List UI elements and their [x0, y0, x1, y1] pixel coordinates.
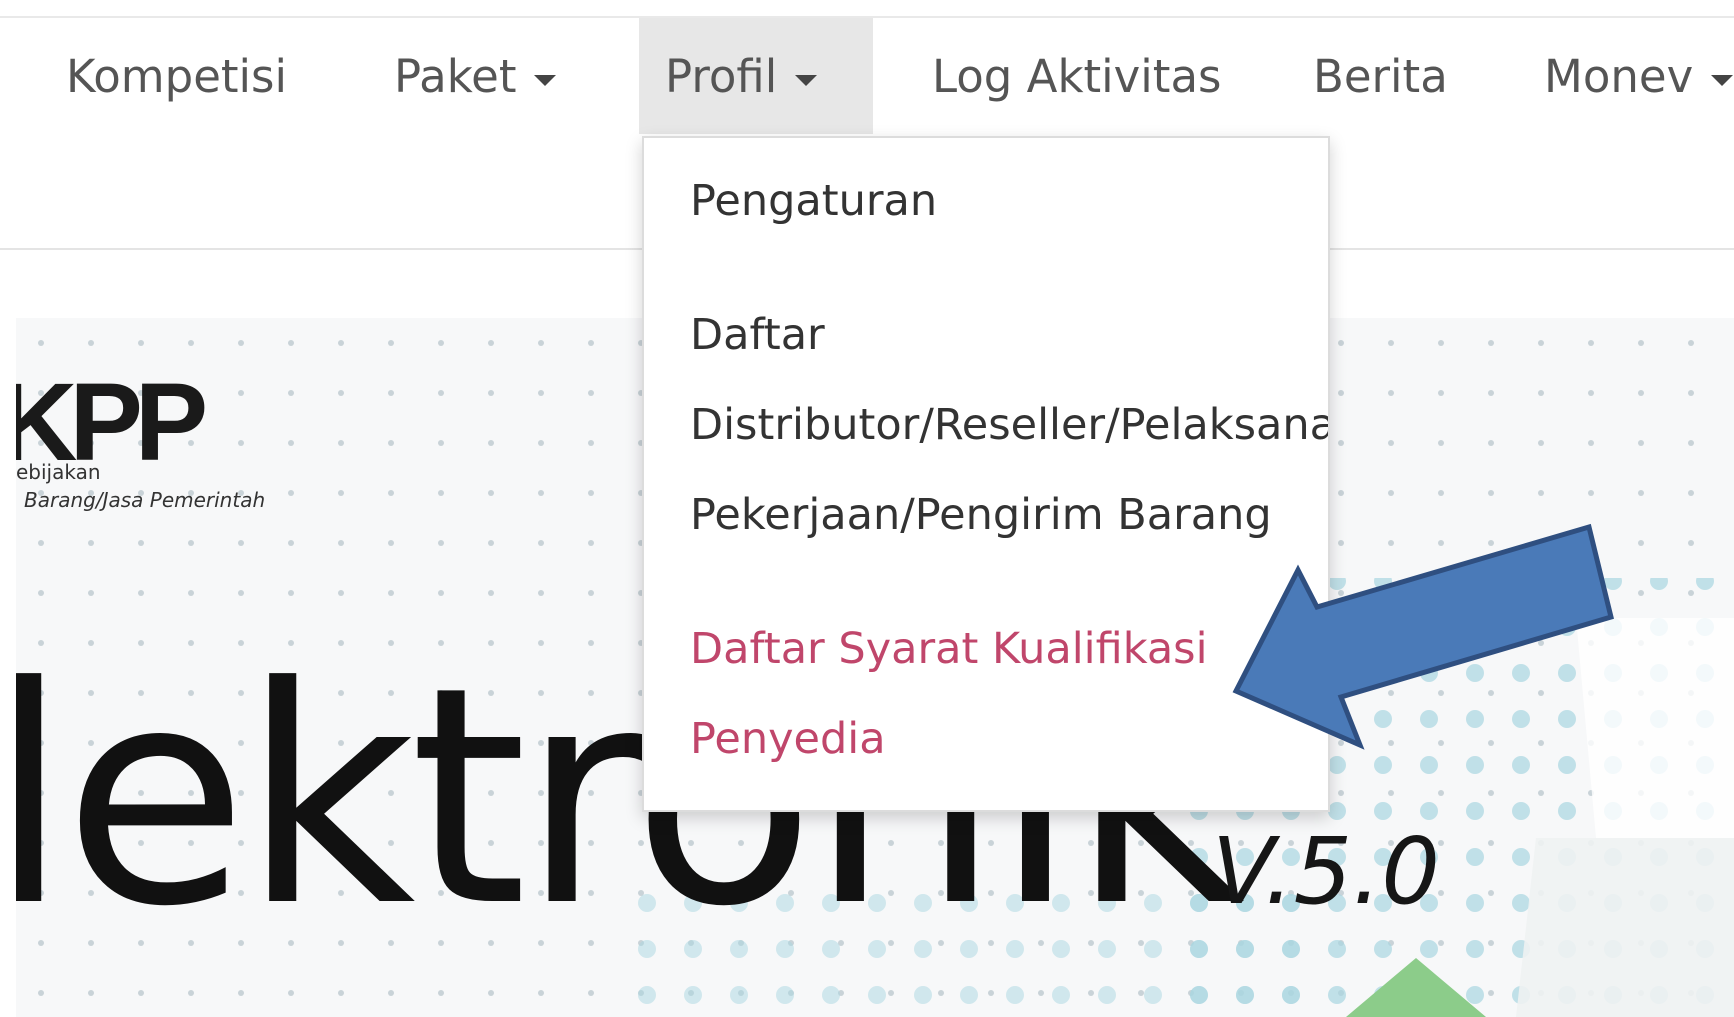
nav-berita-label: Berita [1313, 49, 1448, 103]
caret-down-icon [795, 74, 818, 86]
menu-item-pekerjaan[interactable]: Pekerjaan/Pengirim Barang [690, 490, 1272, 540]
menu-item-pengaturan[interactable]: Pengaturan [690, 176, 937, 226]
logo-subtitle-2: Barang/Jasa Pemerintah [24, 488, 266, 512]
hero-version: V.5.0 [1212, 818, 1440, 925]
menu-item-daftar[interactable]: Daftar [690, 310, 825, 360]
menu-item-penyedia[interactable]: Penyedia [690, 714, 886, 764]
nav-log-aktivitas-label: Log Aktivitas [932, 49, 1222, 103]
menu-item-distributor[interactable]: Distributor/Reseller/Pelaksana [690, 400, 1328, 450]
menu-item-daftar-syarat-kualifikasi[interactable]: Daftar Syarat Kualifikasi [690, 624, 1208, 674]
nav-monev-label: Monev [1544, 49, 1694, 103]
nav-monev[interactable]: Monev [1544, 18, 1734, 134]
nav-paket[interactable]: Paket [394, 18, 557, 134]
nav-paket-label: Paket [394, 49, 517, 103]
nav-profil[interactable]: Profil [639, 18, 873, 134]
nav-kompetisi[interactable]: Kompetisi [66, 18, 287, 134]
caret-down-icon [1711, 74, 1734, 86]
logo-subtitle-1: ebijakan [16, 460, 101, 484]
nav-kompetisi-label: Kompetisi [66, 49, 287, 103]
nav-berita[interactable]: Berita [1313, 18, 1448, 134]
profil-dropdown-menu: Pengaturan Daftar Distributor/Reseller/P… [642, 136, 1330, 812]
caret-down-icon [534, 74, 557, 86]
nav-profil-label: Profil [665, 49, 778, 103]
nav-log-aktivitas[interactable]: Log Aktivitas [932, 18, 1221, 134]
